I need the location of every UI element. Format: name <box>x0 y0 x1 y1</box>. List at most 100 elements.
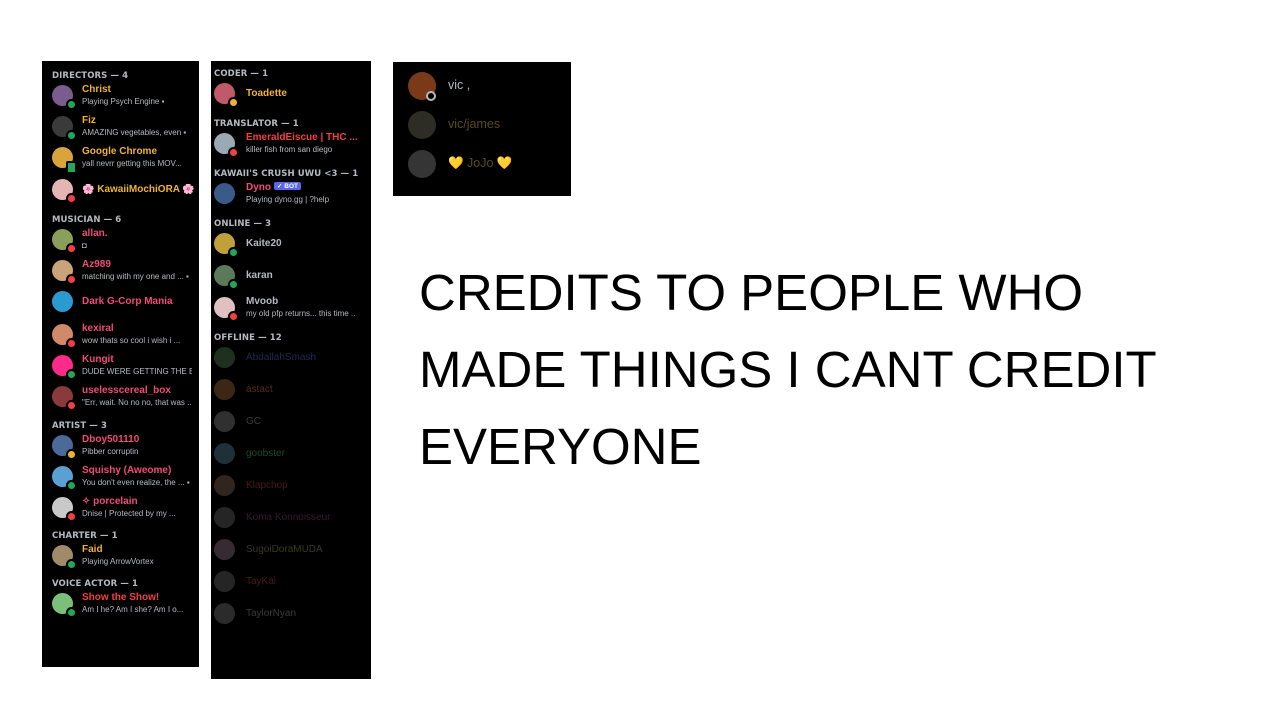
avatar <box>408 150 436 178</box>
member-item[interactable]: 💛 JoJo 💛 <box>393 144 571 180</box>
presence-status-icon <box>66 273 77 285</box>
member-name-text: EmeraldEiscue | THC ... <box>246 132 358 143</box>
member-name-text: Kungit <box>82 354 114 366</box>
avatar <box>214 539 235 560</box>
avatar <box>52 291 73 312</box>
member-item[interactable]: TayKai <box>211 569 371 597</box>
member-name-text: uselesscereal_box <box>82 385 171 397</box>
role-group-header: OFFLINE — 12 <box>214 333 282 343</box>
member-name: Mvoob <box>246 296 278 307</box>
presence-status-icon <box>66 338 77 349</box>
member-name: Google Chrome <box>82 146 157 157</box>
member-name-text: Faid <box>82 544 103 556</box>
member-item[interactable]: Christ Playing Psych Engine ▪ <box>42 83 199 111</box>
member-item[interactable]: Faid Playing ArrowVortex <box>42 543 199 571</box>
member-name: EmeraldEiscue | THC ... <box>246 132 358 143</box>
member-name: Fiz <box>82 115 96 126</box>
member-name: kexiral <box>82 323 114 334</box>
member-name: Dark G-Corp Mania <box>82 296 173 307</box>
member-name-text: kexiral <box>82 323 114 334</box>
member-status-text: my old pfp returns... this time ... <box>246 309 356 318</box>
member-status-text: wow thats so cool i wish i ... <box>82 336 181 345</box>
avatar <box>214 379 235 400</box>
avatar <box>214 183 235 204</box>
member-item[interactable]: Kungit DUDE WERE GETTING THE B... <box>42 353 199 381</box>
member-name: karan <box>246 270 273 281</box>
presence-status-icon <box>66 130 77 142</box>
presence-status-icon <box>228 247 239 258</box>
presence-status-icon <box>66 511 77 522</box>
presence-status-icon <box>66 242 77 254</box>
member-name-text: Dboy501110 <box>82 433 140 445</box>
member-item[interactable]: Dark G-Corp Mania <box>42 289 199 317</box>
member-item[interactable]: astact <box>211 377 371 405</box>
member-status-text: Playing ArrowVortex <box>82 557 154 567</box>
member-name-text: goobster <box>246 448 285 459</box>
headline-line: EVERYONE <box>419 418 702 475</box>
presence-status-icon <box>228 147 239 158</box>
member-item[interactable]: Fiz AMAZING vegetables, even ▪ <box>42 114 199 142</box>
member-item[interactable]: Koma Konnoisseur <box>211 505 371 533</box>
member-item[interactable]: Kaite20 <box>211 231 371 259</box>
member-status-text: Dnise | Protected by my ... <box>82 509 176 518</box>
member-name-text: astact <box>246 384 273 395</box>
member-item[interactable]: vic , <box>393 66 571 102</box>
member-item[interactable]: TaylorNyan <box>211 601 371 629</box>
member-item[interactable]: Show the Show! Am I he? Am I she? Am I o.… <box>42 591 199 619</box>
member-item[interactable]: ✧ porcelain Dnise | Protected by my ... <box>42 495 199 523</box>
member-item[interactable]: Dyno ✓ BOT Playing dyno.gg | ?help <box>211 181 371 209</box>
member-item[interactable]: Toadette <box>211 81 371 109</box>
member-name: Kaite20 <box>246 238 282 249</box>
member-name-text: Dark G-Corp Mania <box>82 296 173 307</box>
member-item[interactable]: uselesscereal_box "Err, wait. No no no, t… <box>42 384 199 412</box>
member-item[interactable]: 🌸 KawaiiMochiORA 🌸 <box>42 177 199 205</box>
member-item[interactable]: goobster <box>211 441 371 469</box>
member-item[interactable]: SugoiDoraMUDA <box>211 537 371 565</box>
member-name-text: TaylorNyan <box>246 608 297 619</box>
role-group-header: ARTIST — 3 <box>52 420 107 431</box>
member-name-text: Show the Show! <box>82 592 160 604</box>
member-name: goobster <box>246 448 285 459</box>
member-name: vic/james <box>448 117 501 131</box>
member-name-text: Fiz <box>82 115 96 127</box>
member-status-text: matching with my one and ... ▪ <box>82 271 189 281</box>
member-item[interactable]: Squishy (Aweome) You don't even realize, … <box>42 464 199 492</box>
role-group-header: DIRECTORS — 4 <box>52 71 129 81</box>
member-item[interactable]: allan. ◘ <box>42 227 199 255</box>
avatar <box>214 443 235 464</box>
presence-status-icon <box>228 311 239 322</box>
member-name-text: Dyno <box>246 182 271 193</box>
presence-status-icon <box>66 559 77 571</box>
member-name: Koma Konnoisseur <box>246 512 331 523</box>
headline-line: MADE THINGS I CANT CREDIT <box>419 341 1157 398</box>
member-name: Dyno ✓ BOT <box>246 182 301 193</box>
member-item[interactable]: Mvoob my old pfp returns... this time ... <box>211 295 371 323</box>
member-name: GC <box>246 416 261 427</box>
member-name: ✧ porcelain <box>82 496 138 507</box>
member-item[interactable]: karan <box>211 263 371 291</box>
member-item[interactable]: GC <box>211 409 371 437</box>
member-item[interactable]: AbdallahSmash <box>211 345 371 373</box>
presence-status-icon <box>66 161 77 175</box>
member-list-panel-roles: DIRECTORS — 4 Christ Playing Psych Engine … <box>42 61 199 667</box>
avatar <box>214 475 235 496</box>
member-item[interactable]: Dboy501110 Pibber corruptin <box>42 433 199 461</box>
member-item[interactable]: Az989 matching with my one and ... ▪ <box>42 258 199 286</box>
member-name: Kungit <box>82 354 114 365</box>
member-name: Dboy501110 <box>82 434 139 445</box>
member-status-text: Am I he? Am I she? Am I o... <box>82 605 184 615</box>
avatar <box>214 507 235 528</box>
role-group-header: ONLINE — 3 <box>214 219 272 229</box>
role-group-header: MUSICIAN — 6 <box>52 214 122 225</box>
member-item[interactable]: Klapchop <box>211 473 371 501</box>
member-item[interactable]: EmeraldEiscue | THC ... killer fish from … <box>211 131 371 159</box>
member-item[interactable]: kexiral wow thats so cool i wish i ... <box>42 322 199 350</box>
role-group-header: TRANSLATOR — 1 <box>214 119 299 129</box>
member-name: Az989 <box>82 259 111 270</box>
member-item[interactable]: Google Chrome yall nevrr getting this MOV… <box>42 145 199 175</box>
member-name-text: GC <box>246 416 261 427</box>
member-item[interactable]: vic/james <box>393 105 571 141</box>
headline-line: CREDITS TO PEOPLE WHO <box>419 264 1084 321</box>
presence-status-icon <box>66 448 77 460</box>
member-list-panel-extra: vic , vic/james 💛 JoJo 💛 <box>393 62 571 196</box>
